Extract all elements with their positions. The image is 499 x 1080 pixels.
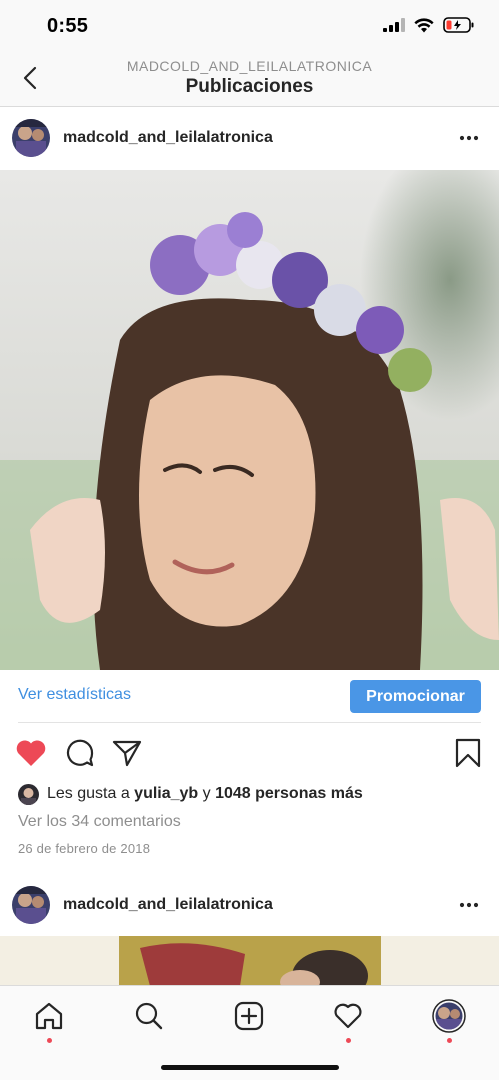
notification-dot [47, 1038, 52, 1043]
post-username[interactable]: madcold_and_leilalatronica [63, 129, 273, 147]
post-username[interactable]: madcold_and_leilalatronica [63, 896, 273, 914]
status-icons [383, 17, 475, 33]
heart-filled-icon [16, 740, 46, 766]
share-button[interactable] [110, 736, 144, 770]
next-post-header: madcold_and_leilalatronica [0, 874, 499, 936]
search-icon [135, 1002, 163, 1030]
post-date: 26 de febrero de 2018 [18, 841, 151, 856]
liker-avatar [18, 783, 39, 805]
comment-button[interactable] [63, 736, 97, 770]
battery-low-charging-icon [443, 17, 474, 33]
notification-dot [346, 1038, 351, 1043]
notification-dot [447, 1038, 452, 1043]
cellular-signal-icon [383, 18, 405, 32]
more-options-button[interactable] [457, 893, 481, 917]
view-comments-link[interactable]: Ver los 34 comentarios [18, 813, 181, 831]
avatar[interactable] [12, 119, 50, 157]
tab-search[interactable] [127, 994, 171, 1038]
nav-subtitle: MADCOLD_AND_LEILALATRONICA [126, 58, 373, 74]
divider [18, 722, 481, 723]
tab-profile[interactable] [427, 994, 471, 1043]
bookmark-icon [455, 738, 481, 768]
send-icon [112, 740, 142, 767]
promote-button[interactable]: Promocionar [350, 680, 481, 713]
avatar[interactable] [12, 886, 50, 924]
more-options-button[interactable] [457, 126, 481, 150]
wifi-icon [414, 17, 434, 32]
tab-bar [0, 985, 499, 1080]
page-title: Publicaciones [185, 76, 314, 97]
likes-count[interactable]: 1048 personas más [215, 785, 363, 803]
home-indicator [161, 1065, 339, 1070]
profile-avatar [432, 999, 466, 1033]
add-post-icon [234, 1001, 264, 1031]
action-bar [0, 732, 499, 776]
liker-username[interactable]: yulia_yb [134, 785, 198, 803]
tab-activity[interactable] [326, 994, 370, 1043]
status-bar: 0:55 [0, 0, 499, 52]
likes-connector: y [198, 785, 216, 802]
status-time: 0:55 [47, 15, 89, 37]
view-insights-link[interactable]: Ver estadísticas [18, 686, 131, 704]
next-post-image[interactable] [0, 936, 499, 986]
nav-header: MADCOLD_AND_LEILALATRONICA Publicaciones [0, 52, 499, 107]
more-dots-icon [459, 135, 479, 141]
likes-summary[interactable]: Les gusta a yulia_yb y 1048 personas más [18, 782, 363, 806]
comment-icon [66, 739, 94, 767]
like-button[interactable] [14, 736, 48, 770]
insights-row: Ver estadísticas Promocionar [0, 670, 499, 722]
tab-home[interactable] [27, 994, 71, 1043]
tab-new-post[interactable] [227, 994, 271, 1038]
activity-heart-icon [334, 1003, 362, 1029]
post-image[interactable] [0, 170, 499, 670]
home-icon [35, 1002, 63, 1030]
more-dots-icon [459, 902, 479, 908]
likes-prefix: Les gusta a [47, 785, 135, 802]
post-header: madcold_and_leilalatronica [0, 107, 499, 169]
save-button[interactable] [451, 736, 485, 770]
